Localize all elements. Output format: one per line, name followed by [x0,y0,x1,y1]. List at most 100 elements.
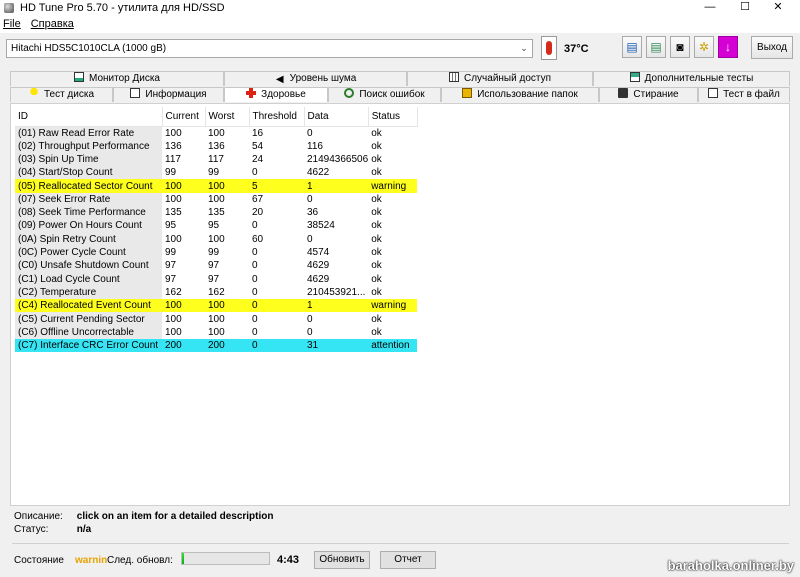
attribute-id-cell: (C5) Current Pending Sector [15,312,162,326]
screenshot-button[interactable]: ◙ [670,36,690,58]
table-row[interactable]: (03) Spin Up Time 117 117 24 21494366506 ok [15,152,417,167]
trash-icon [618,88,629,98]
status-cell: ok [371,247,382,259]
current-cell: 100 [165,326,182,338]
table-row[interactable]: (07) Seek Error Rate 100 100 67 0 ok [15,192,417,206]
threshold-cell: 24 [252,153,264,165]
status-cell: ok [371,273,382,285]
threshold-cell: 0 [252,220,258,232]
tab-information[interactable]: Информация [113,87,224,102]
column-header-data[interactable]: Data [304,107,369,127]
data-cell: 36 [307,207,319,219]
table-row[interactable]: (C4) Reallocated Event Count 100 100 0 1 warn… [15,299,418,313]
threshold-cell: 0 [252,286,258,298]
table-row[interactable]: (0C) Power Cycle Count 99 99 0 4574 ok [15,245,417,260]
tab-extra-tests[interactable]: Дополнительные тесты [593,71,790,86]
table-row[interactable]: (08) Seek Time Performance 135 135 20 36 ok [15,205,417,220]
table-header-row: ID Current Worst Threshold Data Status [15,107,418,127]
table-row[interactable]: (09) Power On Hours Count 95 95 0 38524 ok [15,219,417,233]
status-cell: ok [371,207,382,219]
table-row[interactable]: (0A) Spin Retry Count 100 100 60 0 ok [15,232,417,246]
current-cell: 97 [165,260,177,272]
threshold-cell: 0 [252,260,258,272]
table-row[interactable]: (C6) Offline Uncorrectable 100 100 0 0 ok [15,325,417,339]
status-cell: ok [371,153,382,165]
tab-row-1: Монитор Диска ◀ Уровень шума Случайный до… [10,71,790,86]
file-test-icon [708,88,719,98]
attribute-id-cell: (C7) Interface CRC Error Count [15,338,162,353]
threshold-cell: 60 [252,233,264,245]
current-cell: 95 [165,220,177,232]
column-header-status[interactable]: Status [368,107,418,127]
tab-label: Использование папок [477,89,578,100]
tab-disk-monitor[interactable]: Монитор Диска [10,71,224,86]
column-header-id[interactable]: ID [15,107,163,127]
table-row[interactable]: (C5) Current Pending Sector 100 100 0 0 ok [15,312,417,326]
worst-cell: 200 [205,338,249,353]
current-cell: 100 [162,299,205,313]
copy-icon: ▤ [626,40,638,54]
report-button[interactable]: Отчет [380,551,436,569]
tab-file-test[interactable]: Тест в файл [698,87,790,102]
current-cell: 100 [165,233,182,245]
threshold-cell: 0 [249,299,304,313]
table-row[interactable]: (C0) Unsafe Shutdown Count 97 97 0 4629 ok [15,259,417,273]
table-row[interactable]: (C1) Load Cycle Count 97 97 0 4629 ok [15,272,417,286]
worst-cell: 99 [208,167,220,179]
data-cell: 4629 [307,260,330,272]
tab-label: Уровень шума [289,73,357,84]
copy-text-button[interactable]: ▤ [622,36,642,58]
table-row[interactable]: (05) Reallocated Sector Count 100 100 5 1 war… [15,179,418,193]
smart-table-body: (01) Raw Read Error Rate 100 100 16 0 ok (02) … [15,126,418,353]
threshold-cell: 0 [252,326,258,338]
copy-all-icon: ▤ [650,40,662,54]
tab-noise-level[interactable]: ◀ Уровень шума [224,71,407,86]
tab-label: Тест диска [43,89,95,100]
save-button[interactable]: ↓ [718,36,738,58]
menu-help[interactable]: Справка [31,18,74,30]
tab-label: Стирание [633,89,679,100]
status-cell: ok [371,167,382,179]
drive-select[interactable]: Hitachi HDS5C1010CLA (1000 gB) ⌄ [6,39,533,58]
tab-folder-usage[interactable]: Использование папок [441,87,599,102]
tab-error-scan[interactable]: Поиск ошибок [328,87,441,102]
threshold-cell: 0 [252,273,258,285]
attribute-id-cell: (0C) Power Cycle Count [15,245,162,260]
magnifier-icon [344,88,355,98]
table-row[interactable]: (C2) Temperature 162 162 0 210453921... ok [15,285,417,300]
column-header-worst[interactable]: Worst [205,107,250,127]
table-row[interactable]: (C7) Interface CRC Error Count 200 200 0 31 a… [15,338,418,353]
table-row[interactable]: (01) Raw Read Error Rate 100 100 16 0 ok [15,126,417,140]
status-cell: ok [371,193,382,205]
table-row[interactable]: (02) Throughput Performance 136 136 54 116 ok [15,139,417,153]
status-cell: ok [371,127,382,139]
current-cell: 99 [165,167,177,179]
tab-random-access[interactable]: Случайный доступ [407,71,593,86]
copy-all-button[interactable]: ▤ [646,36,666,58]
column-header-threshold[interactable]: Threshold [249,107,305,127]
tab-health[interactable]: Здоровье [224,87,328,102]
countdown-time: 4:43 [277,554,300,566]
tab-label: Информация [145,89,207,100]
options-button[interactable]: ✲ [694,36,714,58]
menu-file[interactable]: File [3,18,21,30]
tab-label: Монитор Диска [89,73,160,84]
refresh-button[interactable]: Обновить [314,551,370,569]
threshold-cell: 54 [252,140,264,152]
maximize-button[interactable]: ☐ [730,0,760,15]
progress-fill [182,553,184,564]
exit-button[interactable]: Выход [751,36,793,59]
tab-disk-test[interactable]: Тест диска [10,87,113,102]
folder-icon [462,88,473,98]
drive-select-value: Hitachi HDS5C1010CLA (1000 gB) [11,43,167,54]
column-header-current[interactable]: Current [162,107,206,127]
chevron-down-icon: ⌄ [520,43,528,53]
attribute-id-cell: (C4) Reallocated Event Count [15,299,162,313]
data-cell: 4574 [307,247,330,259]
table-row[interactable]: (04) Start/Stop Count 99 99 0 4622 ok [15,166,417,180]
close-button[interactable]: ✕ [763,0,793,15]
description-label: Описание: [14,511,63,522]
minimize-button[interactable]: — [695,0,725,15]
current-cell: 100 [165,193,182,205]
tab-erase[interactable]: Стирание [599,87,698,102]
